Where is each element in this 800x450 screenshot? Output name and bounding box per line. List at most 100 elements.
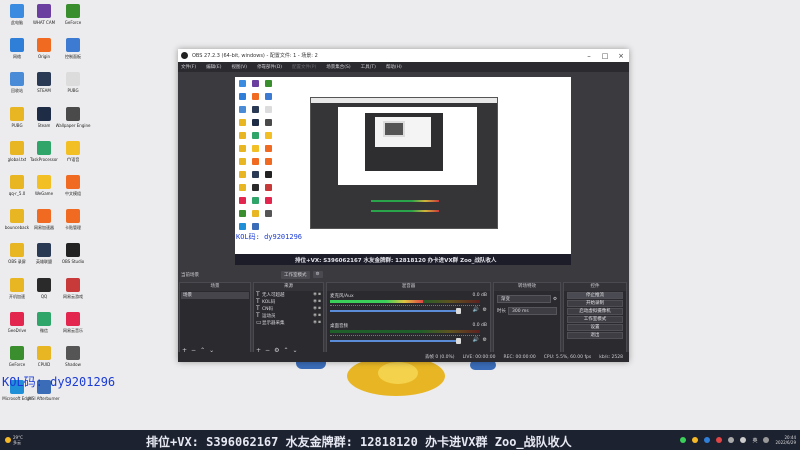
mute-icon[interactable]: 🔊 [473,337,479,343]
desktop-icon[interactable]: 网易云音乐 [53,310,93,346]
menu-item[interactable]: 停靠部件(D) [257,64,282,70]
source-item[interactable]: T 无人可超越 ◉ ▪ [254,291,323,298]
preview-mini-icon [252,171,259,178]
lock-icon[interactable]: ▪ [318,306,323,311]
preview-mini-icon [265,145,272,152]
ime-icon[interactable] [763,437,770,443]
weather-widget[interactable]: 29°C 多云 [0,435,34,445]
source-label: CN码 [262,306,274,312]
control-button[interactable]: 退出 [567,332,623,339]
mute-icon[interactable]: 🔊 [473,307,479,313]
channel-db: 0.0 dB [472,323,487,328]
desktop-icon-label: Wallpaper Engine [55,122,91,128]
lock-icon[interactable]: ▪ [318,292,323,297]
studio-mode-button[interactable]: 工作室模式 [281,270,310,279]
tray-app-icon[interactable] [716,437,723,443]
desktop-icon[interactable]: YY语音 [53,139,93,175]
desktop-icon[interactable]: 控制面板 [53,36,93,72]
control-list: 停止推流 开始录制 启动虚拟摄像机 工作室模式 设置 退出 [564,292,626,339]
desktop-icon-label: 微信 [40,327,48,333]
preview-mini-icon [252,106,259,113]
obs-window[interactable]: OBS 27.2.3 (64-bit, windows) - 配置文件: 1 -… [178,49,629,362]
title-bar[interactable]: OBS 27.2.3 (64-bit, windows) - 配置文件: 1 -… [178,49,629,62]
desktop-icon-label: WHAT CAM [32,20,56,25]
tray-app-icon[interactable] [704,437,711,443]
gear-icon[interactable]: ⚙ [483,307,487,313]
lock-icon[interactable]: ▪ [318,320,323,325]
tray-app-icon[interactable] [692,437,699,443]
preview-mini-icon [239,80,246,87]
control-button[interactable]: 停止推流 [567,292,623,299]
app-icon [66,140,80,155]
desktop-icon-label: Origin [37,54,51,60]
preview-mini-icon [265,132,272,139]
scene-item[interactable]: 场景 [181,292,249,299]
volume-slider-handle[interactable] [456,308,461,314]
app-icon [37,243,51,258]
preview-mini-icon [265,171,272,178]
app-icon [10,346,24,360]
channel-db: 0.0 dB [472,293,487,298]
preview-mini-icon [265,106,272,113]
transitions-panel: 转场特效 渐变 ⚙ 时长 300 ms [493,282,561,357]
volume-slider-handle[interactable] [456,338,461,344]
volume-slider[interactable] [330,310,458,312]
input-language[interactable]: 英 [752,437,757,444]
desktop-icon-label: qq-r_5.0 [8,191,26,196]
rec-time: REC: 00:00:00 [503,354,536,360]
duration-input[interactable]: 300 ms [508,307,557,315]
desktop-icon[interactable]: 卡贴管理 [53,207,93,243]
volume-slider[interactable] [330,340,458,342]
weather-text: 多云 [13,440,21,445]
desktop-icon-label: GeForce [64,20,82,25]
source-label: 无人可超越 [262,292,285,298]
control-button[interactable]: 工作室模式 [567,316,623,323]
maximize-icon[interactable]: □ [597,52,613,60]
preview-canvas[interactable]: KOL码: dy9201296 排位+VX: S396062167 水友金牌群:… [235,77,571,265]
transition-select[interactable]: 渐变 [497,295,551,303]
menu-item[interactable]: 工具(T) [361,64,376,70]
source-item[interactable]: T 运动员 ◉ ▪ [254,312,323,319]
tray-wechat-icon[interactable] [680,437,687,443]
desktop-icon[interactable]: GeForce [53,2,93,38]
desktop-icon-label: PUBG [11,122,23,128]
source-item[interactable]: T KOL码 ◉ ▪ [254,298,323,305]
gear-icon[interactable]: ⚙ [553,297,557,302]
lock-icon[interactable]: ▪ [318,313,323,318]
control-button[interactable]: 开始录制 [567,300,623,307]
preview-mini-icon [265,197,272,204]
duration-label: 时长 [497,309,506,314]
preview-mini-icon [252,80,259,87]
desktop-icon[interactable]: 网易云游戏 [53,276,93,312]
settings-icon[interactable]: ⚙ [312,271,323,278]
minimize-icon[interactable]: – [581,52,597,60]
desktop-icon[interactable]: PUBG [53,70,93,106]
gear-icon[interactable]: ⚙ [483,337,487,343]
menu-item[interactable]: 编辑(E) [206,64,221,70]
menu-item[interactable]: 视图(V) [231,64,247,70]
close-icon[interactable]: × [613,52,629,60]
control-button[interactable]: 设置 [567,324,623,331]
desktop-icon[interactable]: OBS Studio [53,241,93,277]
menu-item[interactable]: 文件(F) [181,64,196,70]
network-icon[interactable] [728,437,735,443]
lock-icon[interactable]: ▪ [318,299,323,304]
clock-date: 2022/6/29 [775,440,796,445]
menu-item: 配置文件(P) [292,65,317,70]
desktop-icon[interactable]: Wallpaper Engine [53,105,93,141]
bottom-banner: 排位+VX: S396062167 水友金牌群: 12818120 办卡进VX群… [146,435,572,449]
preview-mini-icon [239,223,246,230]
volume-icon[interactable] [740,437,747,443]
dropped-frames: 丢帧 0 (0.0%) [424,355,455,360]
source-item[interactable]: ▭ 显示器采集 ◉ ▪ [254,319,323,326]
source-label: KOL码 [262,299,276,305]
control-button[interactable]: 启动虚拟摄像机 [567,308,623,315]
clock[interactable]: 20:44 2022/6/29 [775,435,796,445]
source-item[interactable]: T CN码 ◉ ▪ [254,305,323,312]
desktop-icon[interactable]: 中文模组 [53,173,93,209]
menu-item[interactable]: 场景集合(S) [326,64,350,70]
menu-item[interactable]: 帮助(H) [386,64,402,70]
app-icon [66,243,80,258]
app-icon [66,277,80,292]
desktop-icon-label: YY语音 [66,156,80,162]
